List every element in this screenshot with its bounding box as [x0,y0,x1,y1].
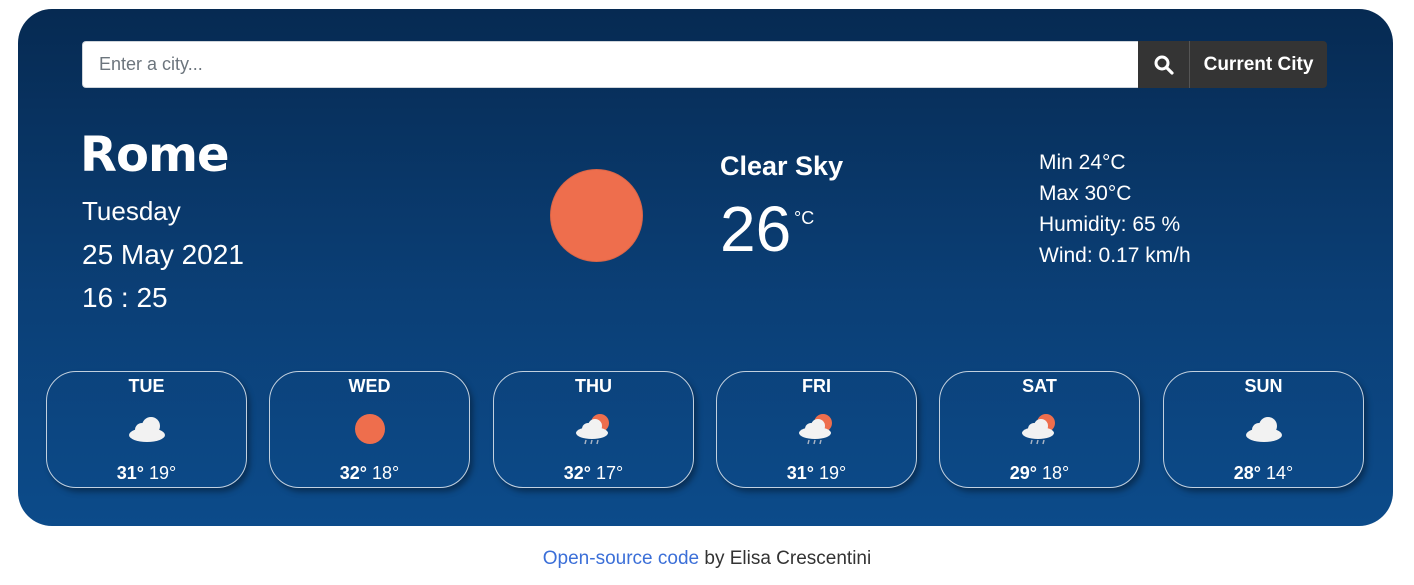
humidity: Humidity: 65 % [1039,213,1181,236]
forecast-card: SAT 29° 18° [939,371,1140,488]
current-date: 25 May 2021 [82,239,244,270]
current-city-button[interactable]: Current City [1189,41,1327,88]
forecast-card: FRI 31° 19° [716,371,917,488]
forecast-max: 32° [339,463,367,483]
forecast-temps: 31° 19° [47,463,246,484]
weather-details: Min 24°C Max 30°C Humidity: 65 % Wind: 0… [1039,147,1191,271]
forecast-temps: 32° 18° [270,463,469,484]
current-day: Tuesday [82,196,181,226]
min-temperature: Min 24°C [1039,151,1126,174]
forecast-min: 18° [1042,463,1070,483]
cloud-icon [1245,417,1282,442]
temperature-unit[interactable]: °C [794,208,814,229]
weather-card: Current City Rome Tuesday 25 May 2021 16… [18,9,1393,526]
forecast-max: 32° [563,463,591,483]
forecast-max: 31° [116,463,144,483]
forecast-day: SUN [1244,376,1283,396]
forecast-day: TUE [128,376,165,396]
forecast-list: TUE 31° 19° WED 32° 18° THU 32° 17° FRI … [46,371,1364,489]
forecast-min: 14° [1266,463,1294,483]
forecast-card: TUE 31° 19° [46,371,247,488]
current-time: 16 : 25 [82,282,168,313]
forecast-max: 31° [786,463,814,483]
current-temperature: 26 [720,193,792,265]
forecast-max: 29° [1009,463,1037,483]
forecast-day: SAT [1022,376,1057,396]
city-name: Rome [80,127,230,183]
search-icon [1154,55,1174,75]
forecast-day: THU [575,376,612,396]
sun-cloud-rain-icon [798,414,832,445]
cloud-icon [128,417,165,442]
forecast-temps: 28° 14° [1164,463,1363,484]
forecast-max: 28° [1233,463,1261,483]
footer: Open-source code by Elisa Crescentini [0,548,1414,570]
forecast-temps: 31° 19° [717,463,916,484]
search-bar: Current City [82,41,1327,88]
forecast-card: WED 32° 18° [269,371,470,488]
sun-icon [550,169,643,262]
weather-description: Clear Sky [720,151,844,181]
forecast-card: SUN 28° 14° [1163,371,1364,488]
footer-author: by Elisa Crescentini [699,548,872,569]
sun-cloud-rain-icon [575,414,609,445]
forecast-min: 19° [149,463,177,483]
forecast-min: 17° [596,463,624,483]
forecast-day: FRI [802,376,831,396]
forecast-temps: 32° 17° [494,463,693,484]
forecast-day: WED [348,376,391,396]
forecast-min: 18° [372,463,400,483]
sun-icon [354,414,385,444]
forecast-temps: 29° 18° [940,463,1139,484]
city-search-input[interactable] [82,41,1138,88]
sun-cloud-rain-icon [1021,414,1055,445]
wind-speed: Wind: 0.17 km/h [1039,244,1191,267]
search-button[interactable] [1138,41,1189,88]
forecast-card: THU 32° 17° [493,371,694,488]
source-code-link[interactable]: Open-source code [543,548,699,569]
forecast-min: 19° [819,463,847,483]
max-temperature: Max 30°C [1039,182,1132,205]
